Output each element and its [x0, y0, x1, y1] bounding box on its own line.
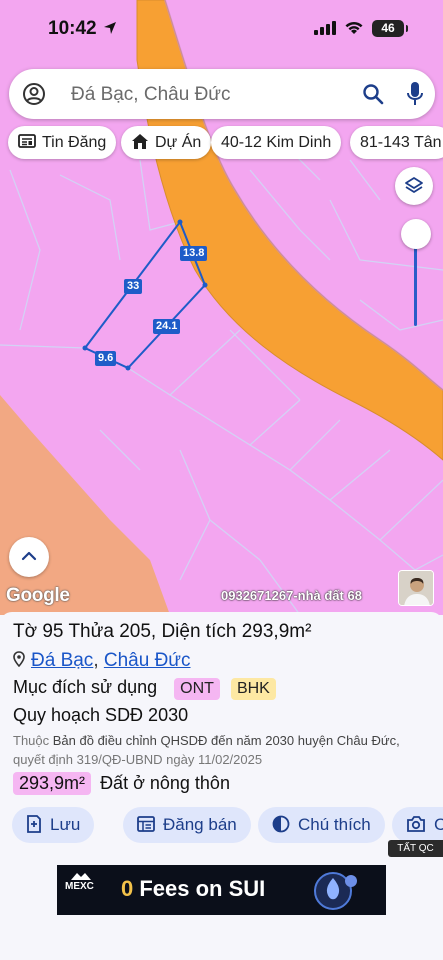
desc-body: Bản đồ điều chỉnh QHSDĐ đến năm 2030 huy…	[52, 733, 400, 748]
microphone-icon[interactable]	[405, 81, 425, 107]
land-code-badge[interactable]: ONT	[174, 678, 220, 700]
chip-label: 40-12 Kim Dinh	[221, 134, 332, 151]
chevron-up-icon	[21, 551, 37, 561]
opacity-slider-handle[interactable]	[401, 219, 431, 249]
ad-headline-zero: 0	[121, 876, 134, 901]
save-button[interactable]: Lưu	[12, 807, 95, 843]
list-icon	[137, 816, 155, 832]
filter-chips: Tin Đăng Dự Án 40-12 Kim Dinh 81-143 Tân	[8, 126, 443, 160]
chip-label: Dự Án	[155, 134, 202, 151]
search-input[interactable]: Đá Bạc, Châu Đức	[71, 84, 231, 106]
chip-tin-dang[interactable]: Tin Đăng	[8, 126, 117, 159]
camera-icon	[407, 816, 425, 832]
ad-headline-rest: Fees on SUI	[133, 876, 266, 901]
area-label: , Diện tích	[150, 621, 237, 642]
half-circle-icon	[272, 815, 290, 833]
cell-signal-icon	[314, 21, 336, 35]
person-photo-icon	[399, 571, 433, 605]
layers-icon	[405, 177, 423, 193]
district-link[interactable]: Châu Đức	[104, 650, 191, 671]
ad-headline: 0 Fees on SUI	[121, 876, 265, 902]
mexc-logo-icon	[71, 873, 91, 880]
dimension-label: 33	[124, 279, 143, 294]
dimension-label: 24.1	[153, 319, 181, 334]
status-bar: 10:42 46	[0, 0, 443, 60]
search-bar[interactable]: Đá Bạc, Châu Đức	[9, 69, 435, 119]
parcel-info-panel: Tờ 95 Thửa 205, Diện tích 293,9m² Đá Bạc…	[0, 612, 443, 960]
house-icon	[132, 133, 148, 149]
purpose-label: Mục đích sử dụng	[13, 677, 158, 697]
action-buttons: Lưu Đăng bán Chú thích C	[12, 807, 443, 843]
plot-number: 205	[119, 621, 151, 642]
status-time: 10:42	[48, 18, 97, 39]
area-type: Đất ở nông thôn	[100, 773, 230, 793]
chip-tan[interactable]: 81-143 Tân	[350, 126, 443, 159]
expand-panel-button[interactable]	[9, 537, 49, 577]
google-logo: Google	[6, 585, 70, 606]
sheet-label: Tờ	[13, 621, 38, 642]
desc-tail: quyết định 319/QĐ-UBND ngày 11/02/2025	[13, 752, 263, 767]
area-value: 293,9m²	[241, 621, 312, 642]
chip-label: Tin Đăng	[42, 134, 107, 151]
action-label: Lưu	[50, 815, 81, 834]
bookmark-add-icon	[27, 815, 41, 833]
land-code-badge[interactable]: BHK	[230, 678, 276, 700]
dimension-label: 13.8	[180, 246, 208, 261]
parcel-address: Đá Bạc, Châu Đức	[13, 650, 191, 672]
location-arrow-icon	[104, 22, 116, 34]
account-icon[interactable]	[22, 82, 46, 106]
sui-coin-icon	[314, 872, 357, 910]
plan-description: Thuộc Bản đồ điều chỉnh QHSDĐ đến năm 20…	[13, 731, 441, 769]
zoning-area-row: 293,9m² Đất ở nông thôn	[13, 772, 230, 795]
avatar[interactable]	[398, 570, 434, 606]
battery-indicator: 46	[372, 20, 408, 37]
action-label: Chú thích	[298, 815, 371, 834]
commune-link[interactable]: Đá Bạc	[31, 650, 93, 671]
search-icon[interactable]	[361, 82, 385, 106]
location-pin-icon	[13, 651, 25, 667]
action-label: C	[434, 815, 443, 834]
sheet-number: 95	[42, 621, 64, 642]
land-use-purpose: Mục đích sử dụng ONT BHK	[13, 677, 276, 700]
legend-button[interactable]: Chú thích	[258, 807, 385, 843]
hide-ads-button[interactable]: TẤT QC	[388, 840, 443, 857]
plan-heading: Quy hoạch SDĐ 2030	[13, 705, 189, 725]
camera-button[interactable]: C	[392, 807, 443, 843]
ad-brand: MEXC	[65, 881, 94, 892]
plot-label: Thửa	[68, 621, 114, 642]
post-for-sale-button[interactable]: Đăng bán	[123, 807, 251, 843]
chip-kim-dinh[interactable]: 40-12 Kim Dinh	[211, 126, 342, 159]
app-screen: 13.8 33 24.1 9.6 Google 0932671267-nhà đ…	[0, 0, 443, 960]
layers-button[interactable]	[395, 167, 433, 205]
contact-watermark: 0932671267-nhà đất 68	[221, 588, 362, 603]
newspaper-icon	[18, 134, 36, 149]
area-badge: 293,9m²	[13, 772, 92, 795]
chip-label: 81-143 Tân	[360, 134, 442, 151]
desc-prefix: Thuộc	[13, 733, 50, 748]
ad-banner[interactable]: MEXC 0 Fees on SUI	[57, 865, 386, 915]
dimension-label: 9.6	[95, 351, 117, 366]
parcel-title: Tờ 95 Thửa 205, Diện tích 293,9m²	[13, 621, 311, 643]
chip-du-an[interactable]: Dự Án	[121, 126, 212, 159]
wifi-icon	[345, 21, 363, 34]
action-label: Đăng bán	[163, 815, 237, 834]
